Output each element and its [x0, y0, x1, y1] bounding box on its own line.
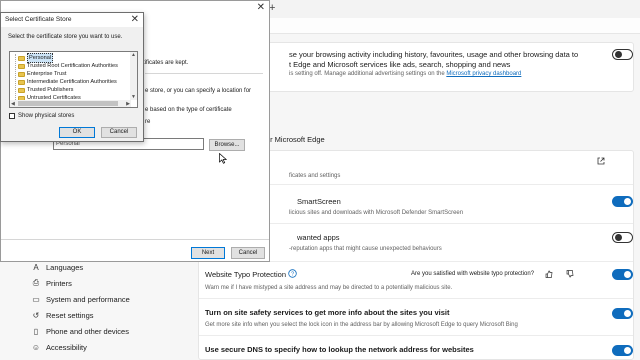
activity-title-line1: se your browsing activity including hist…	[289, 50, 579, 59]
folder-icon	[18, 71, 25, 77]
folder-icon	[18, 87, 25, 93]
scroll-up-icon[interactable]: ▲	[131, 52, 136, 58]
tree-vertical-scrollbar[interactable]: ▲ ▼	[130, 52, 137, 100]
smartscreen-desc: licious sites and downloads with Microso…	[289, 210, 464, 216]
svg-text:?: ?	[291, 272, 294, 278]
printer-icon: ⎙	[32, 278, 40, 287]
sidebar-item-accessibility[interactable]: ☺ Accessibility	[30, 340, 87, 354]
dialog-title: Select Certificate Store	[5, 16, 72, 23]
dialog-close-icon[interactable]: ✕	[131, 14, 139, 25]
scroll-right-icon[interactable]: ▶	[126, 101, 130, 107]
system-icon: ▭	[32, 294, 40, 304]
privacy-dashboard-link[interactable]: Microsoft privacy dashboard	[446, 71, 521, 77]
certificate-store-tree[interactable]: Personal Trusted Root Certification Auth…	[9, 51, 138, 108]
sidebar-item-printers[interactable]: ⎙ Printers	[30, 276, 72, 290]
thumbs-up-icon[interactable]	[545, 270, 553, 278]
scroll-down-icon[interactable]: ▼	[131, 94, 136, 100]
sidebar-item-phone[interactable]: ▯ Phone and other devices	[30, 324, 129, 338]
checkbox-box[interactable]	[9, 113, 15, 119]
sidebar-item-languages[interactable]: A Languages	[30, 260, 83, 274]
folder-icon	[18, 55, 25, 61]
select-certificate-store-dialog: Select Certificate Store ✕ Select the ce…	[0, 12, 144, 142]
tree-item-trusted-root[interactable]: Trusted Root Certification Authorities	[18, 62, 118, 70]
horizontal-scroll-thumb[interactable]	[18, 101, 118, 106]
thumbs-down-icon[interactable]	[566, 270, 574, 278]
info-icon[interactable]: ?	[288, 269, 297, 278]
ok-button[interactable]: OK	[59, 127, 95, 138]
unwanted-apps-desc: -reputation apps that might cause unexpe…	[289, 246, 442, 252]
tree-item-personal[interactable]: Personal	[18, 53, 54, 63]
smartscreen-toggle[interactable]	[612, 196, 633, 207]
activity-toggle[interactable]	[612, 49, 633, 60]
typo-protection-title: Website Typo Protection	[205, 270, 287, 279]
tree-item-enterprise-trust[interactable]: Enterprise Trust	[18, 70, 66, 78]
scroll-left-icon[interactable]: ◀	[11, 101, 15, 107]
dialog-cancel-button[interactable]: Cancel	[101, 127, 137, 138]
languages-icon: A	[33, 262, 39, 272]
next-button[interactable]: Next	[191, 247, 225, 259]
dialog-instruction: Select the certificate store you want to…	[8, 34, 123, 40]
activity-title-line2: t Edge and Microsoft services like ads, …	[289, 60, 511, 69]
wizard-text-re: re	[145, 119, 151, 125]
typo-protection-desc: Warn me if I have mistyped a site addres…	[205, 285, 453, 291]
browse-button[interactable]: Browse...	[209, 139, 245, 151]
mouse-pointer-icon	[219, 153, 227, 164]
unwanted-apps-title: wanted apps	[297, 233, 340, 242]
certificates-desc: ficates and settings	[289, 173, 341, 179]
tree-horizontal-scrollbar[interactable]: ◀ ▶	[10, 100, 131, 107]
tree-item-trusted-publishers[interactable]: Trusted Publishers	[18, 86, 73, 94]
unwanted-apps-toggle[interactable]	[612, 232, 633, 243]
reset-icon: ↺	[32, 310, 40, 320]
wizard-text-kept: rtificates are kept.	[141, 60, 189, 66]
site-safety-desc: Get more site info when you select the l…	[205, 322, 518, 328]
folder-icon	[18, 63, 25, 69]
external-link-icon[interactable]	[597, 157, 605, 165]
wizard-text-specify: e store, or you can specify a location f…	[145, 88, 252, 94]
show-physical-stores-checkbox[interactable]: Show physical stores	[9, 113, 74, 119]
site-safety-toggle[interactable]	[612, 308, 633, 319]
sidebar-item-system[interactable]: ▭ System and performance	[30, 292, 130, 306]
typo-feedback-question: Are you satisfied with website typo prot…	[411, 271, 535, 277]
secure-dns-title: Use secure DNS to specify how to lookup …	[205, 345, 474, 354]
sidebar-item-reset[interactable]: ↺ Reset settings	[30, 308, 94, 322]
smartscreen-title: SmartScreen	[297, 197, 341, 206]
tree-item-intermediate[interactable]: Intermediate Certification Authorities	[18, 78, 117, 86]
dialog-titlebar: Select Certificate Store ✕	[1, 13, 143, 27]
secure-dns-toggle[interactable]	[612, 345, 633, 356]
wizard-cancel-button[interactable]: Cancel	[231, 247, 265, 259]
typo-protection-toggle[interactable]	[612, 269, 633, 280]
wizard-text-based: e based on the type of certificate	[145, 107, 232, 113]
activity-desc: is setting off. Manage additional advert…	[289, 71, 522, 77]
phone-icon: ▯	[33, 326, 39, 336]
wizard-close-icon[interactable]: ✕	[257, 2, 265, 13]
site-safety-title: Turn on site safety services to get more…	[205, 308, 450, 317]
accessibility-icon: ☺	[31, 342, 41, 352]
folder-icon	[18, 79, 25, 85]
